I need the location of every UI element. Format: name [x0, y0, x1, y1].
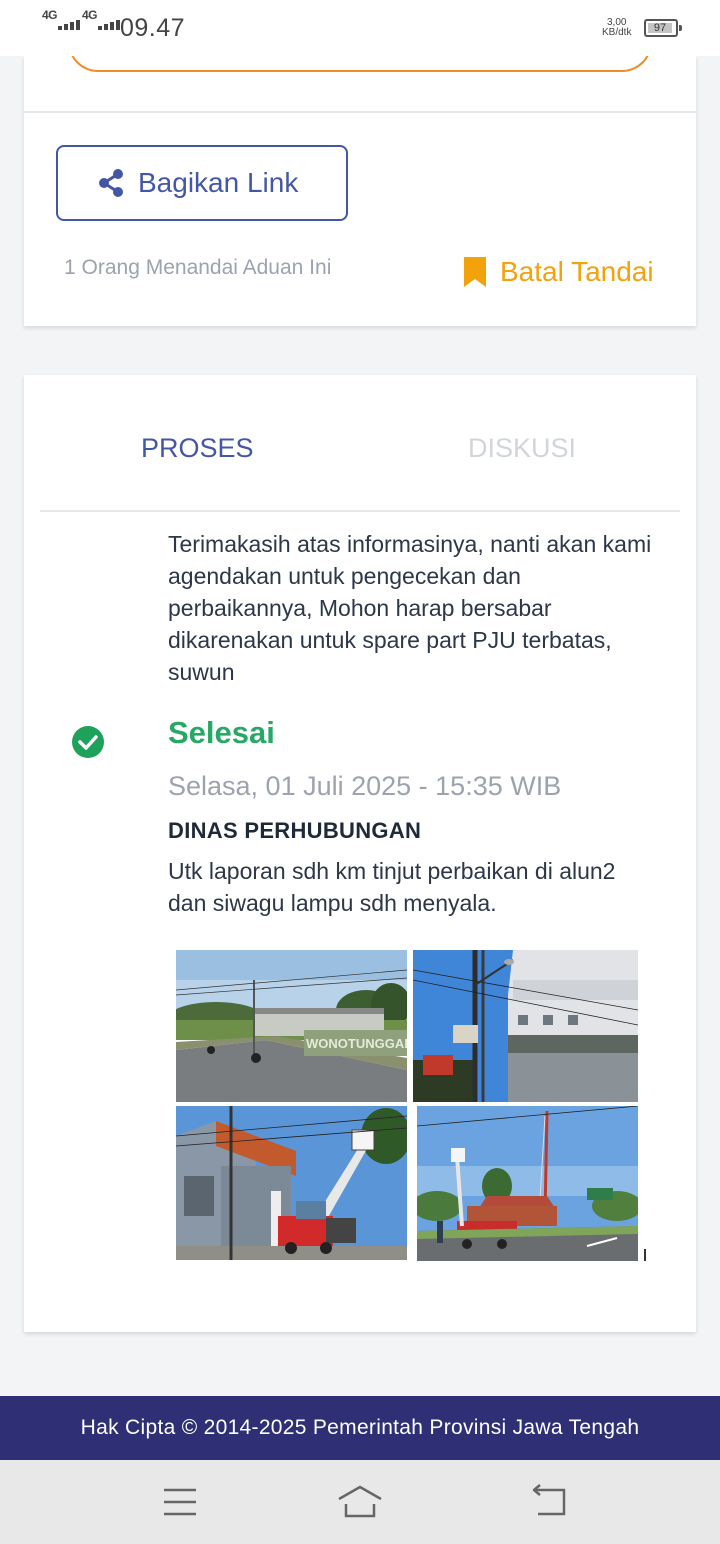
back-icon[interactable] [530, 1482, 570, 1522]
divider [24, 111, 696, 113]
bookmark-icon [464, 257, 486, 287]
status-note: Utk laporan sdh km tinjut perbaikan di a… [168, 858, 616, 916]
agency-name: DINAS PERHUBUNGAN [168, 818, 422, 843]
evidence-photo-1[interactable]: WONOTUNGGAL [176, 950, 407, 1102]
network-speed: 3,00 KB/dtk [602, 18, 631, 38]
signal-icon-sim2: 4G [82, 8, 121, 30]
unmark-label: Batal Tandai [500, 256, 654, 287]
evidence-photo-2[interactable] [413, 950, 638, 1102]
home-icon[interactable] [336, 1482, 384, 1522]
bookmark-count: 1 Orang Menandai Aduan Ini [64, 256, 332, 279]
share-link-label: Bagikan Link [138, 167, 299, 198]
check-circle-icon [72, 726, 104, 758]
tab-divider [40, 510, 680, 512]
process-card: PROSES DISKUSI Terimakasih atas informas… [24, 375, 696, 1332]
tab-proses[interactable]: PROSES [141, 433, 254, 464]
signal-icon-sim1: 4G [42, 8, 81, 30]
network-speed-unit: KB/dtk [602, 27, 632, 38]
status-bar: 4G 4G 09.47 3,00 KB/dtk 97 [0, 0, 720, 56]
share-link-button[interactable]: Bagikan Link [56, 145, 348, 221]
system-nav-bar [0, 1460, 720, 1544]
menu-icon[interactable] [162, 1482, 198, 1522]
tab-diskusi[interactable]: DISKUSI [468, 433, 576, 464]
status-title: Selesai [168, 715, 275, 750]
copyright-text: Hak Cipta © 2014-2025 Pemerintah Provins… [80, 1416, 640, 1439]
battery-level: 97 [653, 22, 667, 34]
evidence-photo-4[interactable] [417, 1106, 638, 1261]
report-actions-card: Bagikan Link 1 Orang Menandai Aduan Ini … [24, 16, 696, 326]
status-date: Selasa, 01 Juli 2025 - 15:35 WIB [168, 771, 562, 801]
text-cursor [644, 1249, 646, 1261]
share-icon [99, 169, 123, 197]
previous-response-text: Terimakasih atas informasinya, nanti aka… [168, 531, 652, 685]
status-time: 09.47 [120, 14, 186, 42]
evidence-photo-3[interactable] [176, 1106, 407, 1260]
unmark-button[interactable]: Batal Tandai [464, 256, 654, 288]
footer: Hak Cipta © 2014-2025 Pemerintah Provins… [0, 1396, 720, 1460]
battery-icon: 97 [644, 19, 682, 37]
photo-sign-text: WONOTUNGGAL [306, 1036, 407, 1051]
